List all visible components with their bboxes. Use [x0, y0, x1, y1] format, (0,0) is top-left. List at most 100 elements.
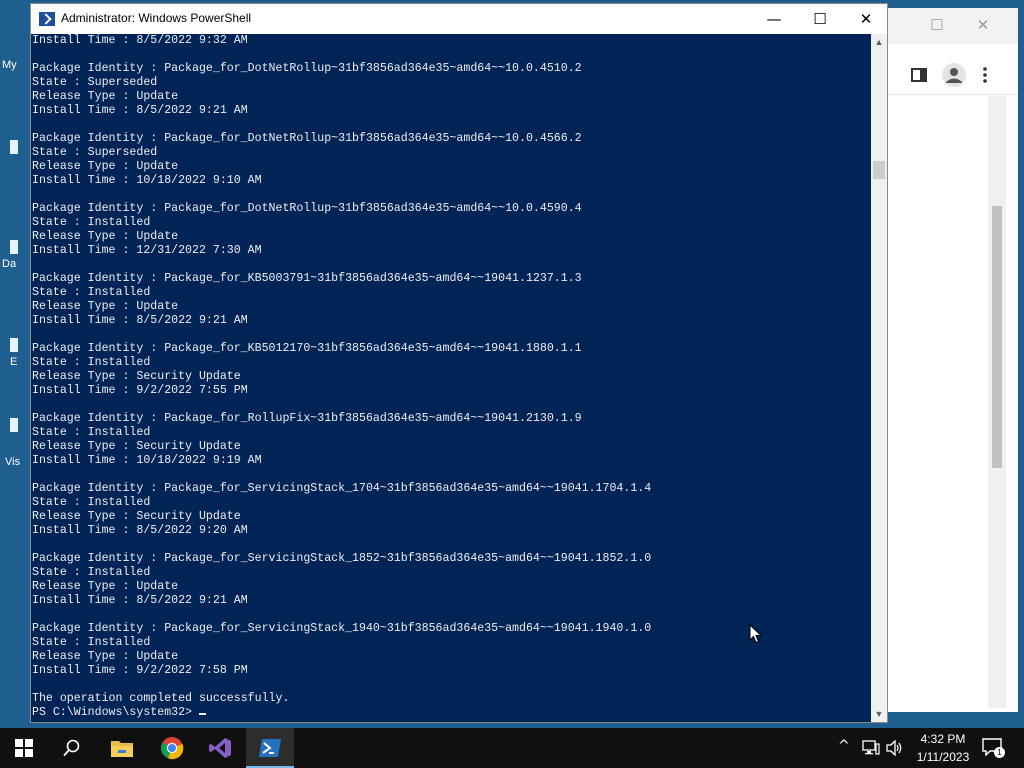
console-output[interactable]: Install Time : 8/5/2022 9:32 AM Package I… [31, 34, 871, 722]
scrollbar-thumb[interactable] [992, 206, 1002, 468]
console-line: Install Time : 8/5/2022 9:21 AM [32, 594, 248, 607]
console-line: Package Identity : Package_for_Servicing… [32, 482, 652, 495]
powershell-window[interactable]: Administrator: Windows PowerShell — ☐ ✕ … [30, 3, 888, 723]
visual-studio-button[interactable] [196, 728, 244, 768]
console-line: Package Identity : Package_for_Servicing… [32, 622, 652, 635]
volume-icon[interactable] [886, 740, 904, 756]
console-line: Release Type : Security Update [32, 510, 241, 523]
console-line: Install Time : 8/5/2022 9:20 AM [32, 524, 248, 537]
visual-studio-icon [209, 738, 231, 758]
maximize-icon[interactable]: ☐ [926, 16, 948, 36]
clock-time: 4:32 PM [920, 732, 966, 746]
console-line: Release Type : Update [32, 300, 179, 313]
console-line: The operation completed successfully. [32, 692, 290, 705]
window-titlebar[interactable]: Administrator: Windows PowerShell — ☐ ✕ [31, 4, 887, 34]
console-line: State : Installed [32, 566, 151, 579]
console-line: Release Type : Update [32, 160, 179, 173]
console-line: Install Time : 8/5/2022 9:21 AM [32, 104, 248, 117]
console-line: Release Type : Update [32, 90, 179, 103]
console-line: State : Installed [32, 286, 151, 299]
console-line: Install Time : 10/18/2022 9:19 AM [32, 454, 262, 467]
desktop-icon[interactable] [10, 240, 18, 254]
chrome-button[interactable] [148, 728, 196, 768]
action-center-button[interactable]: 1 [982, 738, 1005, 758]
console-line: State : Installed [32, 356, 151, 369]
console-line: Install Time : 9/2/2022 7:58 PM [32, 664, 248, 677]
console-line: Release Type : Security Update [32, 370, 241, 383]
desktop-icon-label[interactable]: E [10, 356, 17, 368]
powershell-taskbar-button[interactable] [246, 728, 294, 768]
taskbar: ^ 4:32 PM 1/11/2023 1 [0, 728, 1024, 768]
console-line: State : Installed [32, 496, 151, 509]
browser-content [888, 96, 988, 708]
console-line: Install Time : 8/5/2022 9:32 AM [32, 34, 248, 47]
window-title: Administrator: Windows PowerShell [61, 11, 252, 25]
console-text: Install Time : 8/5/2022 9:32 AM Package I… [31, 34, 871, 720]
console-line: Release Type : Update [32, 230, 179, 243]
windows-logo-icon [15, 739, 33, 757]
console-line: Package Identity : Package_for_KB5012170… [32, 342, 582, 355]
side-panel-icon[interactable] [910, 66, 928, 84]
scroll-down-icon[interactable]: ▼ [871, 706, 887, 722]
chrome-icon [160, 737, 184, 760]
network-icon[interactable] [862, 740, 880, 756]
close-button[interactable]: ✕ [843, 4, 889, 34]
desktop-icon-label[interactable]: My [2, 59, 17, 71]
desktop-icon-label[interactable]: Vis [5, 456, 20, 468]
console-line: Package Identity : Package_for_DotNetRol… [32, 132, 582, 145]
close-icon[interactable]: ✕ [972, 16, 994, 36]
console-line: Package Identity : Package_for_DotNetRol… [32, 62, 582, 75]
text-cursor [198, 713, 206, 715]
desktop-icon[interactable] [10, 418, 18, 432]
folder-icon [111, 741, 133, 757]
maximize-button[interactable]: ☐ [797, 4, 843, 34]
console-line: Install Time : 10/18/2022 9:10 AM [32, 174, 262, 187]
console-line: Install Time : 9/2/2022 7:55 PM [32, 384, 248, 397]
scroll-up-icon[interactable]: ▲ [871, 34, 887, 50]
console-line: State : Installed [32, 216, 151, 229]
console-line: Install Time : 8/5/2022 9:21 AM [32, 314, 248, 327]
notification-count-badge: 1 [994, 747, 1005, 758]
console-scrollbar[interactable]: ▲ ▼ [871, 34, 887, 722]
minimize-button[interactable]: — [751, 4, 797, 34]
file-explorer-button[interactable] [98, 728, 146, 768]
show-hidden-icons-chevron-icon[interactable]: ^ [838, 738, 850, 754]
console-line: State : Superseded [32, 146, 158, 159]
desktop-icon-label[interactable]: Da [2, 258, 16, 270]
console-line: PS C:\Windows\system32> [32, 706, 871, 720]
powershell-icon [259, 739, 281, 757]
console-line: State : Installed [32, 426, 151, 439]
console-line: Package Identity : Package_for_RollupFix… [32, 412, 582, 425]
mouse-pointer-icon [749, 624, 763, 644]
powershell-icon [39, 12, 55, 26]
start-button[interactable] [0, 728, 48, 768]
more-options-icon[interactable] [976, 66, 994, 84]
console-line: State : Superseded [32, 76, 158, 89]
search-icon [63, 739, 80, 757]
search-button[interactable] [48, 728, 96, 768]
clock[interactable]: 4:32 PM 1/11/2023 [908, 730, 978, 766]
profile-avatar-icon[interactable] [942, 63, 966, 87]
desktop-icon[interactable] [10, 338, 18, 352]
clock-date: 1/11/2023 [916, 750, 970, 764]
browser-scrollbar[interactable] [988, 96, 1006, 708]
scrollbar-thumb[interactable] [873, 161, 885, 179]
background-window-titlebar[interactable]: ☐ ✕ [868, 8, 1018, 44]
background-browser-window[interactable]: ☐ ✕ [868, 8, 1018, 712]
console-line: Release Type : Update [32, 580, 179, 593]
console-line: State : Installed [32, 636, 151, 649]
console-line: Release Type : Security Update [32, 440, 241, 453]
desktop-icon[interactable] [10, 140, 18, 154]
console-line: Package Identity : Package_for_KB5003791… [32, 272, 582, 285]
console-line: Package Identity : Package_for_Servicing… [32, 552, 652, 565]
